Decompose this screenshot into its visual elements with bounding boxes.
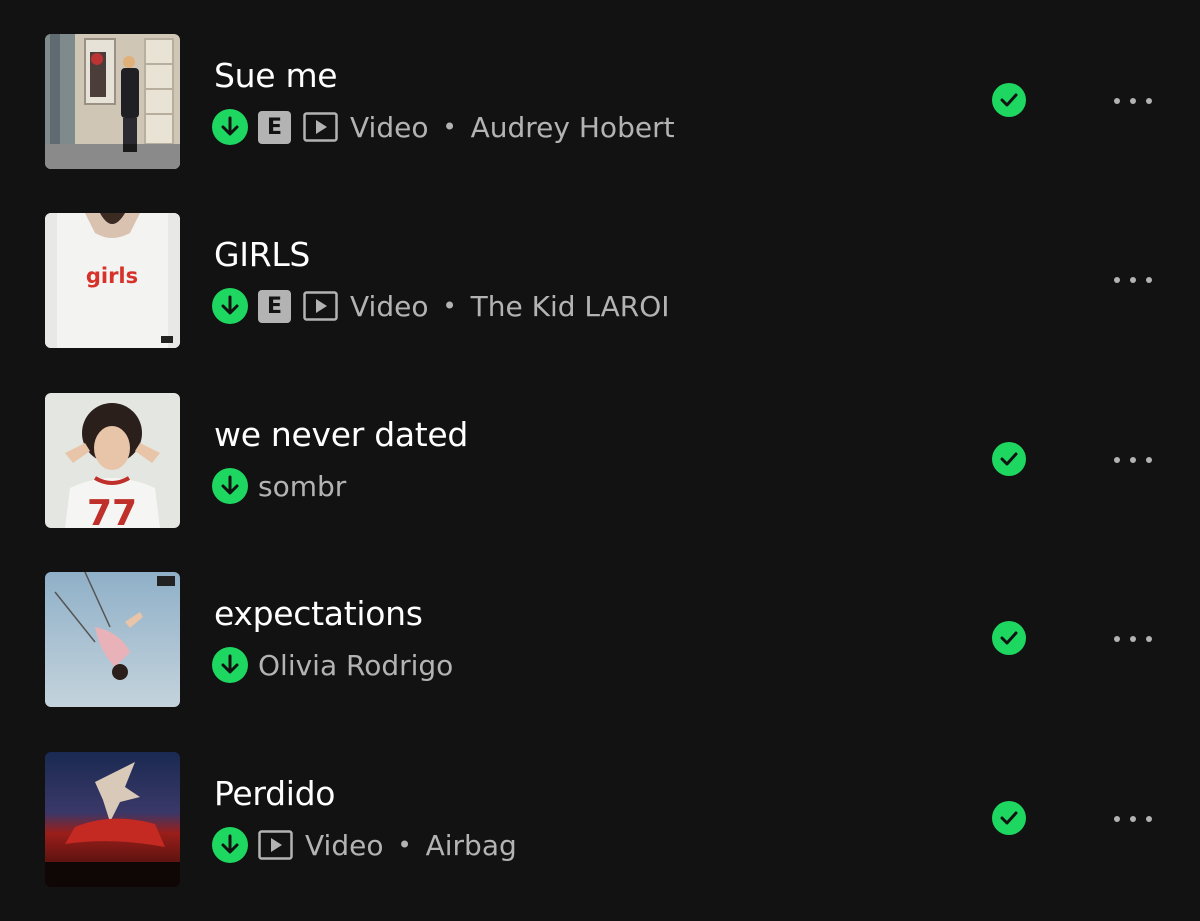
video-icon — [258, 829, 293, 862]
track-title[interactable]: Perdido — [214, 772, 335, 816]
dot-icon — [1130, 457, 1136, 463]
album-cover-we-never-dated-icon: 77 — [45, 393, 180, 528]
artist-name[interactable]: The Kid LAROI — [471, 290, 670, 323]
album-cover[interactable]: 77 — [45, 393, 180, 528]
dot-icon — [1114, 816, 1120, 822]
track-meta: Olivia Rodrigo — [212, 646, 453, 684]
more-options-button[interactable] — [1110, 448, 1156, 472]
downloaded-icon — [212, 468, 248, 504]
dot-icon — [1130, 277, 1136, 283]
album-cover-expectations-icon — [45, 572, 180, 707]
explicit-badge: E — [258, 110, 291, 144]
track-meta: E Video • Audrey Hobert — [212, 108, 675, 146]
track-title[interactable]: we never dated — [214, 413, 468, 457]
downloaded-icon — [212, 288, 248, 324]
dot-icon — [1146, 816, 1152, 822]
dot-icon — [1146, 98, 1152, 104]
album-cover[interactable] — [45, 34, 180, 169]
video-label: Video — [350, 289, 429, 323]
liked-check-icon[interactable] — [992, 801, 1026, 835]
more-options-button[interactable] — [1110, 89, 1156, 113]
album-cover-perdido-icon — [45, 752, 180, 887]
liked-check-icon[interactable] — [992, 621, 1026, 655]
album-cover-girls-icon: girls — [45, 213, 180, 348]
video-icon — [303, 290, 338, 323]
track-title[interactable]: Sue me — [214, 54, 338, 98]
track-row[interactable]: Perdido Video • Airbag — [0, 752, 1200, 892]
dot-icon — [1114, 636, 1120, 642]
track-meta: E Video • The Kid LAROI — [212, 287, 670, 325]
artist-name[interactable]: Airbag — [426, 829, 517, 862]
video-icon — [303, 111, 338, 144]
dot-icon — [1130, 816, 1136, 822]
track-meta: Video • Airbag — [212, 826, 517, 864]
separator-dot: • — [397, 831, 412, 859]
dot-icon — [1130, 98, 1136, 104]
artist-name[interactable]: sombr — [258, 470, 346, 503]
dot-icon — [1114, 457, 1120, 463]
track-title[interactable]: expectations — [214, 592, 423, 636]
track-row[interactable]: 77 we never dated sombr — [0, 393, 1200, 533]
dot-icon — [1146, 636, 1152, 642]
liked-check-icon[interactable] — [992, 83, 1026, 117]
album-cover[interactable] — [45, 572, 180, 707]
album-cover-sue-me-icon — [45, 34, 180, 169]
separator-dot: • — [442, 292, 457, 320]
artist-name[interactable]: Olivia Rodrigo — [258, 649, 453, 682]
downloaded-icon — [212, 647, 248, 683]
separator-dot: • — [442, 113, 457, 141]
dot-icon — [1146, 457, 1152, 463]
more-options-button[interactable] — [1110, 268, 1156, 292]
more-options-button[interactable] — [1110, 627, 1156, 651]
track-row[interactable]: Sue me E Video • Audrey Hobert — [0, 34, 1200, 174]
dot-icon — [1114, 277, 1120, 283]
track-title[interactable]: GIRLS — [214, 233, 310, 277]
track-row[interactable]: expectations Olivia Rodrigo — [0, 572, 1200, 712]
downloaded-icon — [212, 827, 248, 863]
dot-icon — [1130, 636, 1136, 642]
liked-check-icon[interactable] — [992, 442, 1026, 476]
track-meta: sombr — [212, 467, 346, 505]
album-cover[interactable]: girls — [45, 213, 180, 348]
track-list: Sue me E Video • Audrey Hobert girls GIR… — [0, 0, 1200, 921]
track-row[interactable]: girls GIRLS E Video • The Kid LAROI — [0, 213, 1200, 353]
explicit-badge: E — [258, 289, 291, 323]
dot-icon — [1146, 277, 1152, 283]
video-label: Video — [350, 110, 429, 144]
video-label: Video — [305, 828, 384, 862]
cover-text: 77 — [87, 493, 137, 528]
artist-name[interactable]: Audrey Hobert — [471, 111, 675, 144]
album-cover[interactable] — [45, 752, 180, 887]
dot-icon — [1114, 98, 1120, 104]
downloaded-icon — [212, 109, 248, 145]
cover-text: girls — [86, 264, 138, 288]
more-options-button[interactable] — [1110, 807, 1156, 831]
